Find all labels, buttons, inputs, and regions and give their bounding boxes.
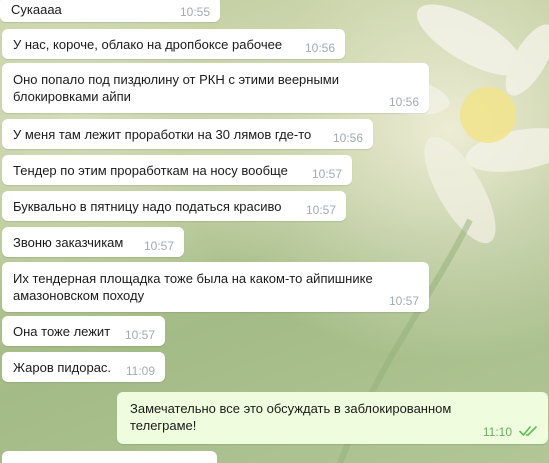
message-time: 10:55	[179, 5, 210, 19]
double-check-icon	[519, 426, 537, 436]
message-bubble[interactable]	[2, 451, 217, 463]
message-bubble[interactable]: Тендер по этим проработкам на носу вообщ…	[2, 155, 352, 185]
outgoing-message-bubble[interactable]: Замечательно все это обсуждать в заблоки…	[117, 392, 548, 444]
message-time: 10:57	[124, 328, 155, 342]
message-time: 10:57	[388, 294, 419, 308]
message-list: Сукаааа 10:55 У нас, короче, облако на д…	[0, 0, 549, 463]
message-bubble[interactable]: Звоню заказчикам 10:57	[2, 227, 184, 257]
message-text: Тендер по этим проработкам на носу вообщ…	[13, 163, 288, 178]
message-time: 11:10	[482, 425, 512, 439]
message-time: 10:57	[143, 239, 174, 253]
message-time: 10:56	[332, 131, 363, 145]
message-text: У меня там лежит проработки на 30 лямов …	[13, 127, 312, 142]
message-text: Жаров пидорас.	[13, 360, 112, 375]
message-text: Звоню заказчикам	[13, 235, 124, 250]
message-bubble[interactable]: Жаров пидорас. 11:09	[2, 352, 165, 382]
message-text: У нас, короче, облако на дропбоксе рабоч…	[13, 37, 283, 52]
message-time: 10:57	[305, 203, 336, 217]
message-bubble[interactable]: Она тоже лежит 10:57	[2, 316, 165, 346]
message-time: 10:56	[304, 41, 335, 55]
message-text: Сукаааа	[11, 2, 62, 17]
message-text: Она тоже лежит	[13, 324, 111, 339]
message-time: 11:09	[125, 364, 155, 378]
message-time: 10:56	[388, 95, 419, 109]
message-text: Оно попало под пиздюлину от РКН с этими …	[13, 72, 340, 104]
message-text: Замечательно все это обсуждать в заблоки…	[130, 401, 452, 433]
message-time: 10:57	[311, 167, 342, 181]
message-bubble[interactable]: Сукаааа 10:55	[0, 0, 220, 22]
message-bubble[interactable]: Оно попало под пиздюлину от РКН с этими …	[2, 63, 429, 113]
message-text: Буквально в пятницу надо податься красив…	[13, 199, 282, 214]
message-bubble[interactable]: Их тендерная площадка тоже была на каком…	[2, 262, 429, 312]
message-bubble[interactable]: У нас, короче, облако на дропбоксе рабоч…	[2, 29, 345, 59]
message-text: Их тендерная площадка тоже была на каком…	[13, 271, 373, 303]
message-bubble[interactable]: У меня там лежит проработки на 30 лямов …	[2, 119, 373, 149]
chat-background: Сукаааа 10:55 У нас, короче, облако на д…	[0, 0, 549, 463]
message-bubble[interactable]: Буквально в пятницу надо податься красив…	[2, 191, 346, 221]
